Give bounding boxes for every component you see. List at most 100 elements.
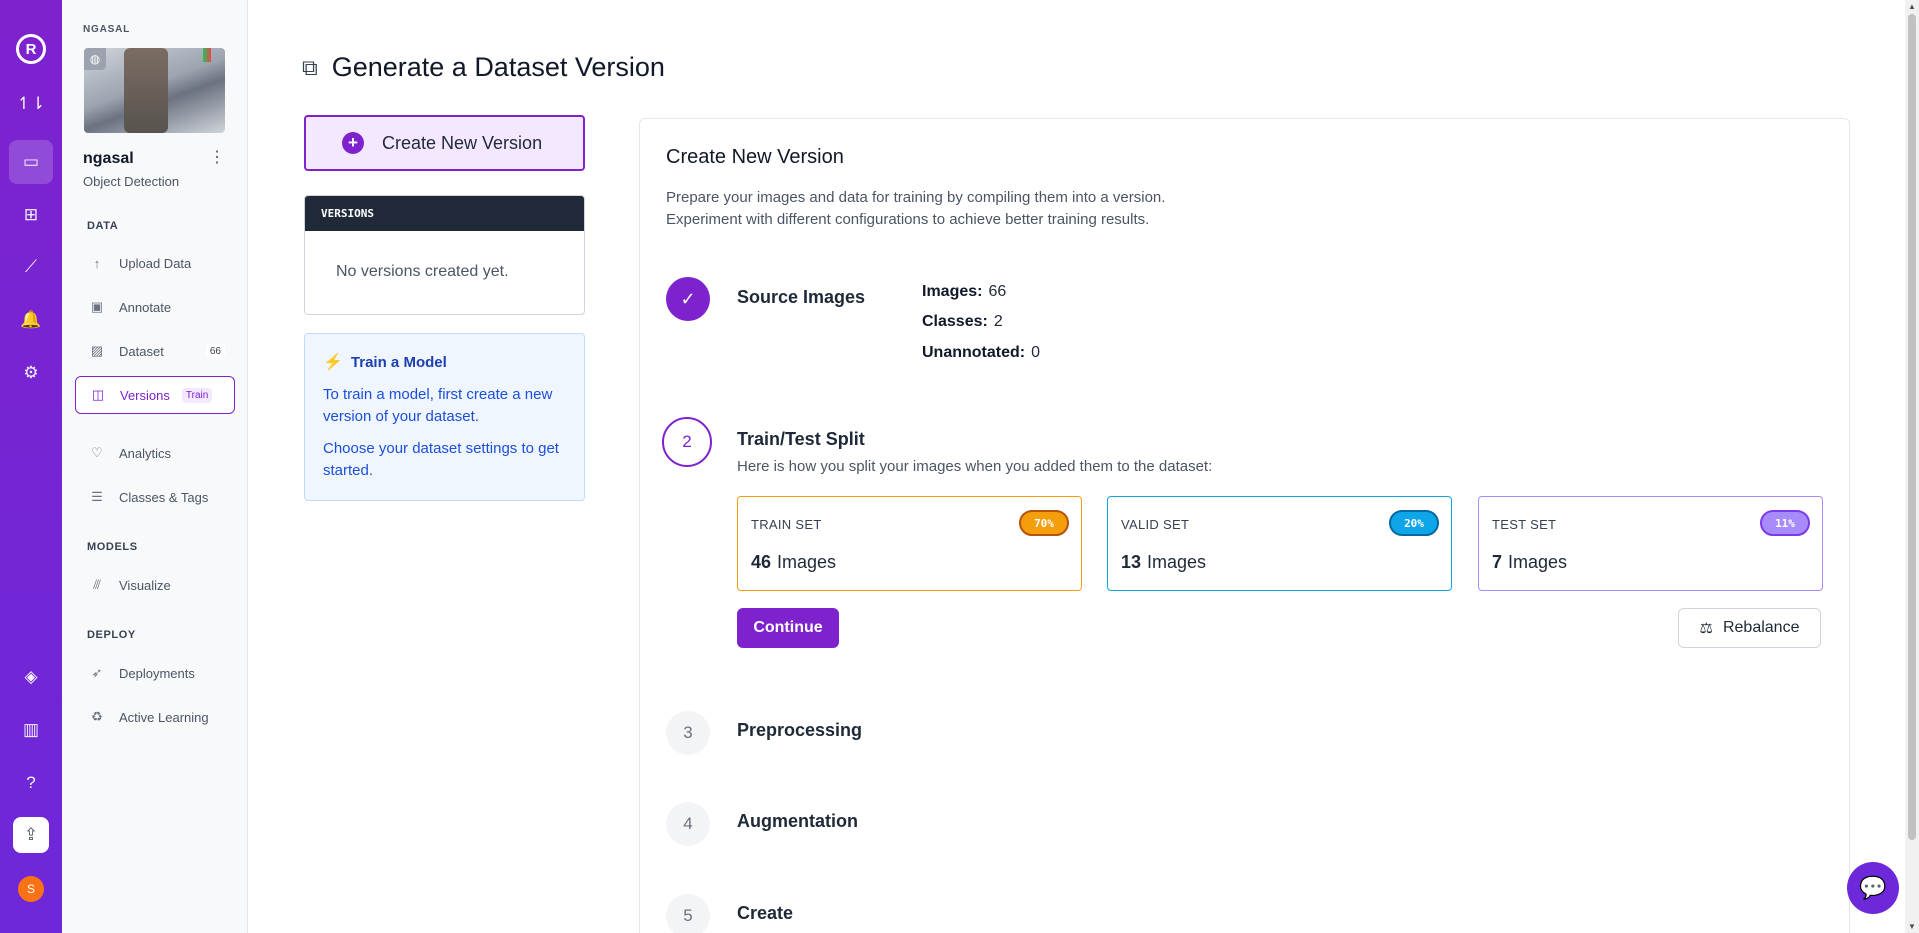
stat-images-label: Images: bbox=[922, 283, 983, 300]
sidebar-item-label: Classes & Tags bbox=[119, 489, 209, 505]
sidebar-item-deployments[interactable]: ➶ Deployments bbox=[75, 654, 235, 692]
train-model-text-1: To train a model, first create a new ver… bbox=[323, 386, 553, 425]
stat-classes-label: Classes: bbox=[922, 313, 988, 330]
sidebar-item-dataset[interactable]: ▨ Dataset 66 bbox=[75, 332, 235, 370]
globe-icon: ◍ bbox=[84, 48, 106, 70]
test-set-label: TEST SET bbox=[1492, 517, 1557, 532]
scale-icon: ⚖ bbox=[1699, 620, 1713, 637]
step-1-check-icon[interactable]: ✓ bbox=[666, 277, 710, 321]
train-set-count: 46 Images bbox=[751, 552, 836, 573]
sidebar-item-classes[interactable]: ☰ Classes & Tags bbox=[75, 478, 235, 516]
gear-icon[interactable]: ⚙ bbox=[9, 351, 53, 395]
project-thumbnail[interactable]: ◍ bbox=[84, 48, 225, 133]
versions-header: VERSIONS bbox=[305, 196, 584, 231]
step-3-marker[interactable]: 3 bbox=[666, 711, 710, 755]
scroll-up-icon[interactable]: ▲ bbox=[1908, 2, 1916, 11]
count-badge: 66 bbox=[205, 343, 225, 359]
help-icon[interactable]: ? bbox=[9, 761, 53, 805]
valid-set-count-value: 13 bbox=[1121, 552, 1142, 572]
bell-icon[interactable]: 🔔 bbox=[9, 298, 53, 342]
train-set-count-unit: Images bbox=[777, 552, 837, 572]
app-rail: R ↿⇂ ▭ ⊞ ⟋ 🔔 ⚙ ◈ ▥ ? ⇪ S bbox=[0, 0, 62, 933]
scroll-down-icon[interactable]: ▼ bbox=[1908, 922, 1916, 931]
panel-description-line-2: Experiment with different configurations… bbox=[666, 211, 1150, 228]
sidebar-item-active-learning[interactable]: ♻ Active Learning bbox=[75, 698, 235, 736]
panel-description: Prepare your images and data for trainin… bbox=[666, 187, 1165, 231]
section-deploy: DEPLOY bbox=[87, 629, 136, 641]
lightning-icon: ⚡ bbox=[323, 354, 343, 371]
rebalance-label: Rebalance bbox=[1722, 619, 1800, 636]
layers-icon: ⧉ bbox=[302, 54, 318, 80]
sidebar-item-analytics[interactable]: ♡ Analytics bbox=[75, 434, 235, 472]
sidebar-item-versions[interactable]: ◫ Versions Train bbox=[75, 376, 235, 414]
sidebar-item-label: Annotate bbox=[119, 299, 172, 315]
planet-icon[interactable]: ◈ bbox=[9, 655, 53, 699]
inbox-icon[interactable]: ▭ bbox=[9, 140, 53, 184]
versions-empty-state: No versions created yet. bbox=[336, 263, 509, 280]
valid-set-card: VALID SET 20% 13 Images bbox=[1107, 496, 1452, 591]
annotate-icon: ▣ bbox=[90, 299, 104, 314]
sidebar-item-label: Analytics bbox=[119, 445, 172, 461]
chat-icon[interactable]: 💬 bbox=[1847, 862, 1899, 914]
step-preprocessing[interactable]: Preprocessing bbox=[737, 720, 862, 741]
plus-circle-icon: + bbox=[342, 132, 364, 154]
analytics-icon: ♡ bbox=[91, 445, 103, 460]
train-model-title: ⚡ Train a Model bbox=[323, 352, 566, 372]
test-set-card: TEST SET 11% 7 Images bbox=[1478, 496, 1823, 591]
roboflow-logo-icon[interactable]: R bbox=[16, 34, 46, 64]
step-train-test-split[interactable]: Train/Test Split bbox=[737, 429, 865, 450]
train-set-count-value: 46 bbox=[751, 552, 772, 572]
create-version-panel: Create New Version Prepare your images a… bbox=[639, 118, 1850, 933]
step-5-marker[interactable]: 5 bbox=[666, 894, 710, 933]
library-icon[interactable]: ▥ bbox=[9, 708, 53, 752]
bar-chart-icon: ⫻ bbox=[93, 577, 101, 592]
test-set-count-unit: Images bbox=[1508, 552, 1568, 572]
valid-set-label: VALID SET bbox=[1121, 517, 1190, 532]
train-set-label: TRAIN SET bbox=[751, 517, 822, 532]
workspace-label[interactable]: NGASAL bbox=[83, 24, 130, 35]
train-badge: Train bbox=[181, 387, 213, 403]
continue-button[interactable]: Continue bbox=[737, 608, 839, 648]
transfer-icon[interactable]: ↿⇂ bbox=[9, 82, 53, 126]
valid-set-count: 13 Images bbox=[1121, 552, 1206, 573]
thumbnail-figure bbox=[124, 48, 168, 133]
valid-set-percent-badge: 20% bbox=[1389, 510, 1439, 536]
step-source-images[interactable]: Source Images bbox=[737, 287, 865, 308]
page-title: Generate a Dataset Version bbox=[331, 52, 665, 82]
page-scrollbar[interactable]: ▲ ▼ bbox=[1905, 0, 1919, 933]
upload-icon[interactable]: ⇪ bbox=[13, 817, 49, 853]
sidebar-item-visualize[interactable]: ⫻ Visualize bbox=[75, 566, 235, 604]
train-model-callout: ⚡ Train a Model To train a model, first … bbox=[304, 333, 585, 501]
step-4-marker[interactable]: 4 bbox=[666, 802, 710, 846]
sidebar-item-label: Dataset bbox=[119, 343, 164, 359]
image-icon: ▨ bbox=[90, 343, 104, 358]
workflow-icon[interactable]: ⊞ bbox=[9, 193, 53, 237]
avatar[interactable]: S bbox=[18, 876, 44, 902]
panel-title: Create New Version bbox=[666, 146, 844, 168]
step-create[interactable]: Create bbox=[737, 903, 793, 924]
chart-icon[interactable]: ⟋ bbox=[9, 245, 53, 289]
test-set-count: 7 Images bbox=[1492, 552, 1567, 573]
rocket-icon: ➶ bbox=[91, 665, 103, 680]
test-set-percent-badge: 11% bbox=[1760, 510, 1810, 536]
sidebar-item-label: Active Learning bbox=[119, 709, 209, 725]
train-model-title-text: Train a Model bbox=[350, 353, 447, 371]
stat-unannotated-label: Unannotated: bbox=[922, 344, 1026, 361]
step-augmentation[interactable]: Augmentation bbox=[737, 811, 858, 832]
panel-description-line-1: Prepare your images and data for trainin… bbox=[666, 189, 1166, 206]
scrollbar-thumb[interactable] bbox=[1908, 14, 1916, 840]
sidebar-item-label: Upload Data bbox=[119, 255, 192, 271]
recycle-icon: ♻ bbox=[91, 709, 103, 724]
project-sidebar: NGASAL ◍ ngasal ⋮ Object Detection DATA … bbox=[62, 0, 248, 933]
section-models: MODELS bbox=[87, 541, 138, 553]
versions-icon: ◫ bbox=[91, 387, 105, 402]
rebalance-button[interactable]: ⚖ Rebalance bbox=[1678, 608, 1821, 648]
versions-list: VERSIONS No versions created yet. bbox=[304, 195, 585, 315]
create-new-version-button[interactable]: + Create New Version bbox=[304, 115, 585, 171]
step-2-marker[interactable]: 2 bbox=[662, 417, 712, 467]
sidebar-item-upload[interactable]: ↑ Upload Data bbox=[75, 244, 235, 282]
test-set-count-value: 7 bbox=[1492, 552, 1503, 572]
valid-set-count-unit: Images bbox=[1147, 552, 1207, 572]
more-vertical-icon[interactable]: ⋮ bbox=[208, 148, 226, 168]
sidebar-item-annotate[interactable]: ▣ Annotate bbox=[75, 288, 235, 326]
